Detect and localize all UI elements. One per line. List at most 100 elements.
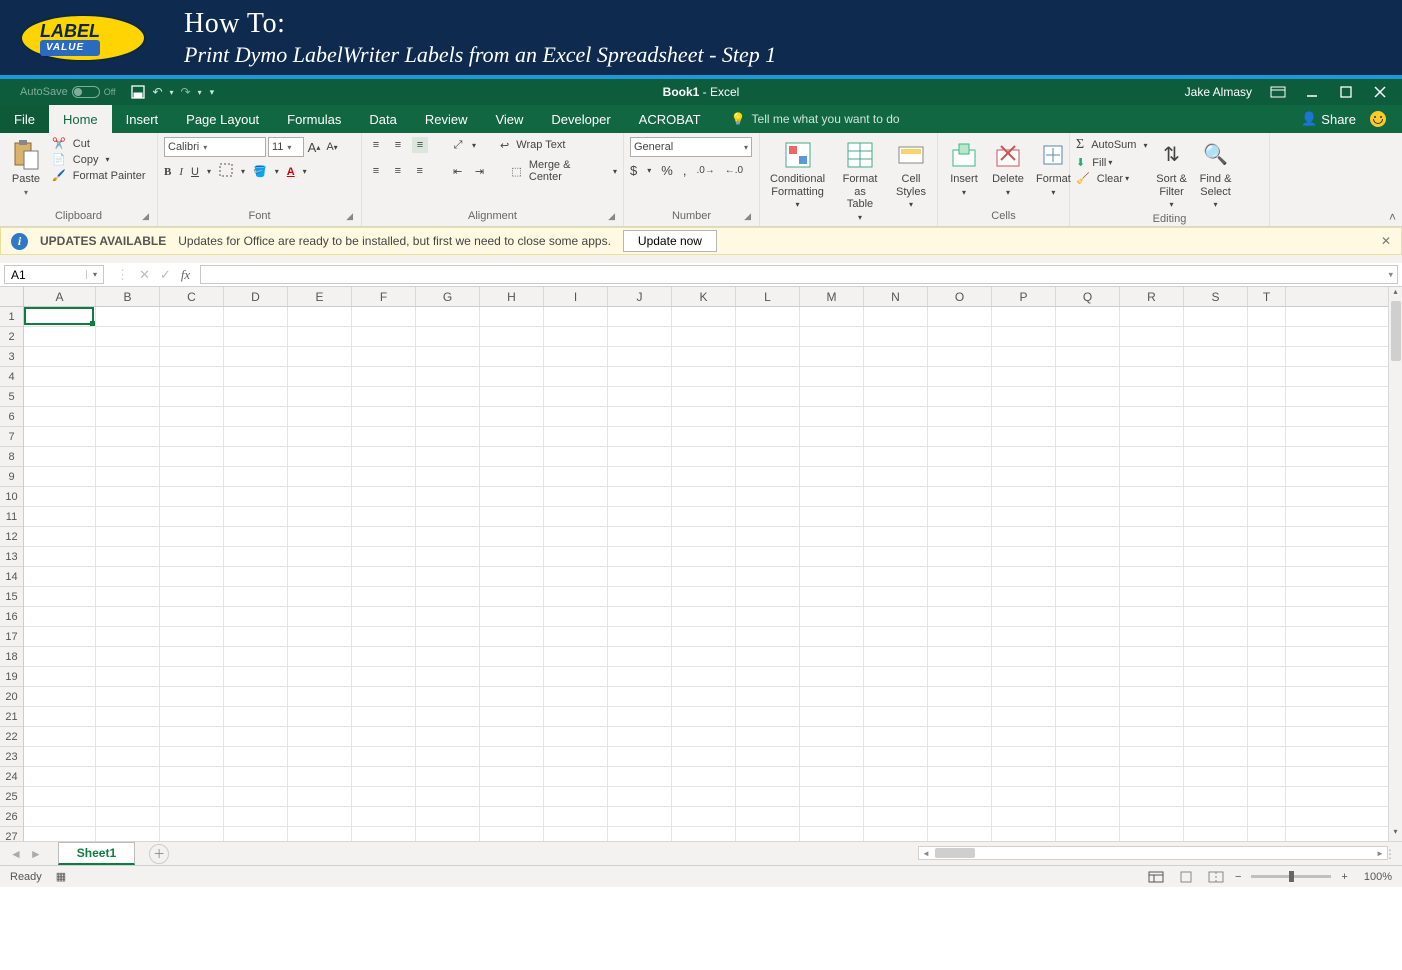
cell[interactable] bbox=[800, 627, 864, 646]
cell[interactable] bbox=[480, 747, 544, 766]
row-header-24[interactable]: 24 bbox=[0, 767, 23, 787]
cell[interactable] bbox=[544, 527, 608, 546]
cell[interactable] bbox=[608, 347, 672, 366]
cell[interactable] bbox=[416, 707, 480, 726]
cell[interactable] bbox=[992, 307, 1056, 326]
col-header-Q[interactable]: Q bbox=[1056, 287, 1120, 306]
horizontal-scrollbar[interactable]: ◄► bbox=[918, 846, 1388, 860]
cell[interactable] bbox=[928, 527, 992, 546]
cell[interactable] bbox=[672, 387, 736, 406]
update-now-button[interactable]: Update now bbox=[623, 230, 717, 252]
cell[interactable] bbox=[736, 767, 800, 786]
cell[interactable] bbox=[864, 487, 928, 506]
cell[interactable] bbox=[928, 627, 992, 646]
cell[interactable] bbox=[224, 527, 288, 546]
cell[interactable] bbox=[864, 667, 928, 686]
cell[interactable] bbox=[928, 567, 992, 586]
cell[interactable] bbox=[352, 507, 416, 526]
cell[interactable] bbox=[224, 307, 288, 326]
cell[interactable] bbox=[352, 747, 416, 766]
cell[interactable] bbox=[544, 787, 608, 806]
cell[interactable] bbox=[800, 747, 864, 766]
cell[interactable] bbox=[800, 727, 864, 746]
cell[interactable] bbox=[1120, 387, 1184, 406]
cell[interactable] bbox=[480, 687, 544, 706]
find-select-button[interactable]: 🔍Find & Select▾ bbox=[1196, 137, 1236, 211]
cell[interactable] bbox=[800, 667, 864, 686]
cell[interactable] bbox=[1248, 347, 1286, 366]
row-header-13[interactable]: 13 bbox=[0, 547, 23, 567]
cell[interactable] bbox=[992, 487, 1056, 506]
cell[interactable] bbox=[1184, 707, 1248, 726]
cell[interactable] bbox=[24, 687, 96, 706]
cell[interactable] bbox=[224, 767, 288, 786]
cell[interactable] bbox=[736, 367, 800, 386]
cell[interactable] bbox=[288, 587, 352, 606]
col-header-F[interactable]: F bbox=[352, 287, 416, 306]
cell[interactable] bbox=[608, 307, 672, 326]
cell[interactable] bbox=[416, 327, 480, 346]
cell[interactable] bbox=[736, 387, 800, 406]
cell[interactable] bbox=[160, 307, 224, 326]
cell[interactable] bbox=[864, 307, 928, 326]
cell[interactable] bbox=[480, 707, 544, 726]
underline-button[interactable]: U bbox=[191, 166, 199, 178]
cell[interactable] bbox=[608, 687, 672, 706]
cell[interactable] bbox=[992, 687, 1056, 706]
cell[interactable] bbox=[928, 547, 992, 566]
cell[interactable] bbox=[608, 327, 672, 346]
clear-button[interactable]: 🧹 Clear▾ bbox=[1076, 172, 1148, 185]
cell[interactable] bbox=[544, 627, 608, 646]
cell[interactable] bbox=[736, 547, 800, 566]
cell[interactable] bbox=[288, 807, 352, 826]
cell[interactable] bbox=[608, 807, 672, 826]
cell[interactable] bbox=[992, 787, 1056, 806]
cell[interactable] bbox=[864, 647, 928, 666]
cell[interactable] bbox=[480, 487, 544, 506]
cell[interactable] bbox=[736, 407, 800, 426]
cell[interactable] bbox=[24, 467, 96, 486]
cell[interactable] bbox=[352, 787, 416, 806]
cell[interactable] bbox=[416, 547, 480, 566]
cell[interactable] bbox=[1056, 727, 1120, 746]
increase-indent-icon[interactable]: ⇥ bbox=[472, 163, 488, 179]
cell[interactable] bbox=[160, 807, 224, 826]
column-headers[interactable]: ABCDEFGHIJKLMNOPQRST bbox=[24, 287, 1388, 307]
cell[interactable] bbox=[288, 787, 352, 806]
tab-review[interactable]: Review bbox=[411, 105, 482, 133]
cell[interactable] bbox=[24, 807, 96, 826]
format-painter-button[interactable]: 🖌️ Format Painter bbox=[52, 169, 146, 182]
cell[interactable] bbox=[608, 647, 672, 666]
cell[interactable] bbox=[224, 667, 288, 686]
cell[interactable] bbox=[24, 607, 96, 626]
cell[interactable] bbox=[96, 807, 160, 826]
cell[interactable] bbox=[608, 567, 672, 586]
cell[interactable] bbox=[672, 607, 736, 626]
cell[interactable] bbox=[352, 547, 416, 566]
format-cells-button[interactable]: Format▾ bbox=[1032, 137, 1075, 199]
cell[interactable] bbox=[928, 647, 992, 666]
cell[interactable] bbox=[480, 467, 544, 486]
cell[interactable] bbox=[1120, 627, 1184, 646]
cell[interactable] bbox=[800, 487, 864, 506]
cell[interactable] bbox=[800, 367, 864, 386]
cell[interactable] bbox=[1120, 727, 1184, 746]
cell[interactable] bbox=[1120, 687, 1184, 706]
cell[interactable] bbox=[24, 787, 96, 806]
normal-view-icon[interactable] bbox=[1145, 868, 1167, 886]
enter-formula-icon[interactable]: ✓ bbox=[160, 267, 171, 283]
cell[interactable] bbox=[608, 507, 672, 526]
cell[interactable] bbox=[1120, 747, 1184, 766]
cell[interactable] bbox=[1248, 727, 1286, 746]
col-header-A[interactable]: A bbox=[24, 287, 96, 306]
qat-customize-icon[interactable]: ▾ bbox=[210, 87, 215, 98]
cell[interactable] bbox=[352, 707, 416, 726]
cell[interactable] bbox=[24, 767, 96, 786]
cell[interactable] bbox=[672, 707, 736, 726]
cell[interactable] bbox=[736, 747, 800, 766]
cell[interactable] bbox=[1184, 667, 1248, 686]
cell[interactable] bbox=[24, 647, 96, 666]
cell[interactable] bbox=[864, 527, 928, 546]
cell[interactable] bbox=[96, 647, 160, 666]
cell[interactable] bbox=[352, 767, 416, 786]
